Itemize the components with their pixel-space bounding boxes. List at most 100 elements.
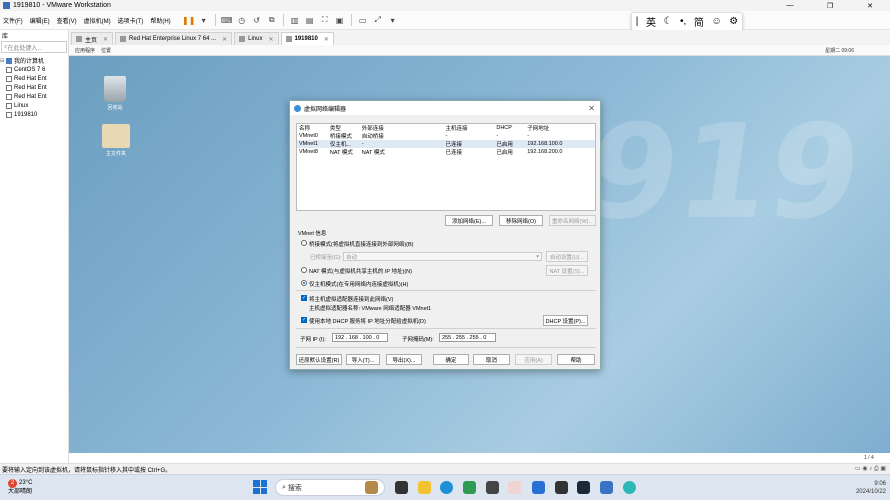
- library-search-input[interactable]: ⌕ 在此处键入...: [1, 41, 67, 53]
- desktop-trash[interactable]: 回收站: [95, 76, 135, 111]
- gear-icon[interactable]: ⚙: [729, 16, 738, 27]
- tab-label: 1919810: [294, 36, 318, 42]
- nat-settings-button[interactable]: NAT 设置(S)...: [546, 265, 588, 276]
- app-icon[interactable]: [463, 481, 476, 494]
- unity-icon[interactable]: ▣: [334, 14, 346, 26]
- weather-widget[interactable]: 2 23°C 大部晴朗: [8, 479, 32, 496]
- thumbnail-icon[interactable]: ▤: [304, 14, 316, 26]
- sidebar-toggle-icon[interactable]: ▥: [289, 14, 301, 26]
- desktop-home-folder[interactable]: 主文件夹: [96, 124, 136, 157]
- windows-start-icon[interactable]: [253, 480, 267, 494]
- pause-icon[interactable]: ❚❚: [182, 14, 195, 26]
- qq-icon[interactable]: [508, 481, 521, 494]
- bridged-radio[interactable]: [301, 240, 307, 246]
- menu-file[interactable]: 文件(F): [0, 16, 26, 25]
- remove-network-button[interactable]: 移除网络(O): [499, 215, 543, 226]
- export-button[interactable]: 导出(X)...: [386, 354, 422, 365]
- virtual-network-editor-dialog: 虚拟网络编辑器 ✕ 名称 类型 外部连接 主机连接 DHCP 子网地址 VMne…: [289, 100, 601, 370]
- vm-icon: [6, 111, 12, 118]
- dhcp-settings-button[interactable]: DHCP 设置(P)...: [543, 315, 588, 326]
- punctuation-icon[interactable]: •,: [680, 16, 686, 27]
- dialog-close-icon[interactable]: ✕: [588, 104, 595, 113]
- subnet-mask-input[interactable]: 255 . 255 . 255 . 0: [439, 333, 496, 342]
- apply-button[interactable]: 应用(A): [515, 354, 552, 365]
- snapshot-icon[interactable]: ◷: [236, 14, 248, 26]
- host-only-radio[interactable]: [301, 280, 307, 286]
- close-button[interactable]: ✕: [850, 0, 890, 11]
- menu-bar: 文件(F) 编辑(E) 查看(V) 虚拟机(M) 选项卡(T) 帮助(H) ❚❚…: [0, 11, 890, 30]
- tree-item-vm[interactable]: Red Hat Ent: [0, 92, 68, 101]
- fullscreen-icon[interactable]: ⛶: [319, 14, 331, 26]
- close-icon[interactable]: ✕: [222, 36, 227, 43]
- taskbar-clock[interactable]: 9:06 2024/10/22: [856, 480, 886, 496]
- table-row[interactable]: VMnet0 桥接模式 自动桥接 - - -: [297, 132, 595, 140]
- mascot-icon[interactable]: [365, 481, 378, 494]
- bridged-to-select[interactable]: 自动 ▾: [343, 252, 542, 261]
- tree-item-vm[interactable]: Linux: [0, 101, 68, 110]
- tab-linux[interactable]: Linux ✕: [234, 32, 279, 45]
- ime-simplified-toggle[interactable]: 简: [694, 14, 704, 29]
- maximize-button[interactable]: ❐: [810, 0, 850, 11]
- file-explorer-icon[interactable]: [418, 481, 431, 494]
- tree-item-vm[interactable]: Red Hat Ent: [0, 83, 68, 92]
- ime-language-toggle[interactable]: 英: [646, 14, 656, 29]
- nat-radio[interactable]: [301, 267, 307, 273]
- app-icon[interactable]: [555, 481, 568, 494]
- dropdown-icon[interactable]: ▾: [198, 14, 210, 26]
- restore-defaults-button[interactable]: 还原默认设置(R): [296, 354, 342, 365]
- tree-item-vm[interactable]: CentOS 7 6: [0, 65, 68, 74]
- library-sidebar: 库 ⌕ 在此处键入... ⊟ 我的计算机 CentOS 7 6 Red Hat …: [0, 30, 69, 463]
- dropdown-icon[interactable]: ▾: [387, 14, 399, 26]
- stretch-icon[interactable]: ⤢: [372, 14, 384, 26]
- tab-home[interactable]: 主页 ✕: [71, 32, 114, 45]
- subnet-ip-input[interactable]: 192 . 168 . 100 . 0: [332, 333, 388, 342]
- vmware-icon[interactable]: [600, 481, 613, 494]
- import-button[interactable]: 导入(T)...: [346, 354, 380, 365]
- table-cell: VMnet1: [299, 141, 318, 147]
- close-icon[interactable]: ✕: [268, 36, 273, 43]
- ime-toolbar: | 英 ☾ •, 简 ☺ ⚙: [631, 12, 743, 31]
- menu-vm[interactable]: 虚拟机(M): [81, 16, 114, 25]
- auto-settings-button[interactable]: 自动设置(U)...: [546, 251, 588, 262]
- revert-snapshot-icon[interactable]: ↺: [251, 14, 263, 26]
- steam-icon[interactable]: [577, 481, 590, 494]
- menu-tabs[interactable]: 选项卡(T): [115, 16, 147, 25]
- menu-help[interactable]: 帮助(H): [147, 16, 173, 25]
- emoji-icon[interactable]: ☺: [711, 16, 721, 27]
- tree-item-vm[interactable]: Red Hat Ent: [0, 74, 68, 83]
- add-network-button[interactable]: 添加网络(E)...: [445, 215, 493, 226]
- edge-icon[interactable]: [440, 481, 453, 494]
- tab-rhel[interactable]: Red Hat Enterprise Linux 7 64 ... ✕: [115, 32, 233, 45]
- menu-view[interactable]: 查看(V): [54, 16, 80, 25]
- snapshot-manager-icon[interactable]: ⧉: [266, 14, 278, 26]
- cancel-button[interactable]: 取消: [473, 354, 510, 365]
- app-icon[interactable]: [623, 481, 636, 494]
- help-button[interactable]: 帮助: [557, 354, 595, 365]
- device-icons[interactable]: ▭ ◉ ♪ ⎙ ▣: [855, 465, 886, 473]
- task-view-icon[interactable]: [395, 481, 408, 494]
- send-keys-icon[interactable]: ⌨: [221, 14, 233, 26]
- tab-1919810[interactable]: 1919810 ✕: [280, 32, 334, 45]
- tree-root[interactable]: ⊟ 我的计算机: [0, 56, 68, 65]
- console-icon[interactable]: ▭: [357, 14, 369, 26]
- use-dhcp-checkbox[interactable]: ✓: [301, 317, 307, 323]
- table-row[interactable]: VMnet1 仅主机... - 已连接 已启用 192.168.100.0: [297, 140, 595, 148]
- minimize-button[interactable]: —: [770, 0, 810, 11]
- tree-item-vm[interactable]: 1919810: [0, 110, 68, 119]
- vmware-logo-icon: [3, 2, 10, 9]
- app-icon[interactable]: [486, 481, 499, 494]
- ime-handle-icon[interactable]: |: [636, 16, 639, 27]
- ok-button[interactable]: 确定: [433, 354, 469, 365]
- guest-apps-menu[interactable]: 应用程序: [75, 47, 95, 54]
- app-icon[interactable]: [532, 481, 545, 494]
- guest-places-menu[interactable]: 位置: [101, 47, 111, 54]
- close-icon[interactable]: ✕: [324, 36, 329, 43]
- moon-icon[interactable]: ☾: [664, 16, 673, 27]
- menu-edit[interactable]: 编辑(E): [27, 16, 53, 25]
- close-icon[interactable]: ✕: [103, 36, 108, 43]
- table-row[interactable]: VMnet8 NAT 模式 NAT 模式 已连接 已启用 192.168.200…: [297, 148, 595, 156]
- toolbar-divider: [214, 14, 216, 26]
- table-cell: -: [361, 141, 364, 147]
- rename-network-button[interactable]: 重命名网络(W)...: [549, 215, 596, 226]
- connect-adapter-checkbox[interactable]: ✓: [301, 295, 307, 301]
